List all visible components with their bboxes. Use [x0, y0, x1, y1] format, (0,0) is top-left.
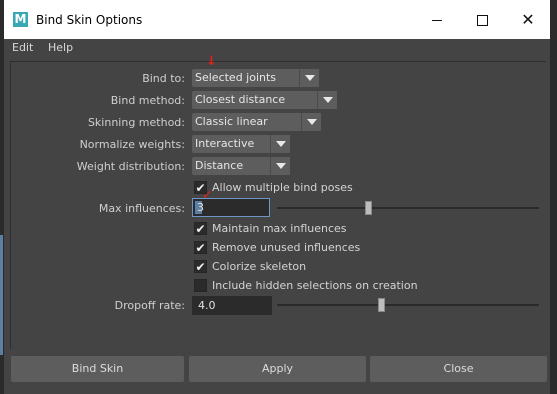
colorize-skeleton-label: Colorize skeleton [212, 260, 307, 273]
chevron-down-icon [301, 113, 321, 131]
maintain-max-influences-label: Maintain max influences [212, 222, 347, 235]
bind-to-dropdown[interactable]: Selected joints [192, 69, 319, 87]
chevron-down-icon [299, 69, 319, 87]
include-hidden-selections-checkbox[interactable] [194, 279, 207, 292]
skinning-method-label: Skinning method: [87, 116, 185, 129]
max-influences-label: Max influences: [98, 202, 185, 215]
minimize-button[interactable] [422, 8, 452, 32]
max-influences-slider-handle[interactable] [365, 201, 373, 215]
menu-help[interactable]: Help [48, 41, 73, 54]
chevron-down-icon [270, 157, 290, 175]
bind-to-value: Selected joints [195, 71, 277, 84]
bind-to-label: Bind to: [142, 72, 185, 85]
background-app-strip-right [551, 0, 557, 394]
weight-distribution-dropdown[interactable]: Distance [192, 157, 290, 175]
dropoff-rate-slider-handle[interactable] [378, 298, 386, 312]
skinning-method-dropdown[interactable]: Classic linear [192, 113, 321, 131]
normalize-weights-value: Interactive [195, 137, 255, 150]
normalize-weights-label: Normalize weights: [79, 138, 185, 151]
red-annotation-mark: ✓ [202, 188, 213, 203]
window-title: Bind Skin Options [36, 13, 143, 27]
menu-bar: Edit Help [4, 39, 550, 59]
weight-distribution-value: Distance [195, 159, 244, 172]
dropoff-rate-slider-track[interactable] [277, 304, 539, 306]
weight-distribution-label: Weight distribution: [76, 160, 185, 173]
bind-method-value: Closest distance [195, 93, 286, 106]
menu-edit[interactable]: Edit [12, 41, 33, 54]
max-influences-slider-track[interactable] [277, 207, 539, 209]
maya-app-icon: M [13, 12, 28, 27]
maximize-button[interactable] [467, 8, 497, 32]
bind-method-label: Bind method: [110, 94, 185, 107]
close-button[interactable]: Close [370, 356, 547, 382]
include-hidden-selections-label: Include hidden selections on creation [212, 279, 418, 292]
dropoff-rate-input[interactable]: 4.0 [192, 296, 272, 315]
remove-unused-influences-checkbox[interactable]: ✔ [194, 241, 207, 254]
apply-button[interactable]: Apply [189, 356, 366, 382]
bind-method-dropdown[interactable]: Closest distance [192, 91, 337, 109]
options-panel: Bind to: Selected joints ↓ Bind method: … [10, 54, 546, 349]
chevron-down-icon [317, 91, 337, 109]
allow-multiple-bind-poses-label: Allow multiple bind poses [212, 181, 353, 194]
dropoff-rate-label: Dropoff rate: [114, 299, 185, 312]
bind-skin-button[interactable]: Bind Skin [11, 356, 184, 382]
title-bar[interactable]: M Bind Skin Options ✕ [4, 0, 550, 39]
normalize-weights-dropdown[interactable]: Interactive [192, 135, 290, 153]
bind-skin-options-window: M Bind Skin Options ✕ Edit Help Bind to:… [3, 0, 551, 394]
dropoff-rate-value: 4.0 [198, 299, 216, 312]
red-annotation-mark: ↓ [206, 54, 217, 69]
colorize-skeleton-checkbox[interactable]: ✔ [194, 260, 207, 273]
maintain-max-influences-checkbox[interactable]: ✔ [194, 222, 207, 235]
window-close-button[interactable]: ✕ [513, 8, 543, 32]
remove-unused-influences-label: Remove unused influences [212, 241, 361, 254]
skinning-method-value: Classic linear [195, 115, 268, 128]
chevron-down-icon [270, 135, 290, 153]
